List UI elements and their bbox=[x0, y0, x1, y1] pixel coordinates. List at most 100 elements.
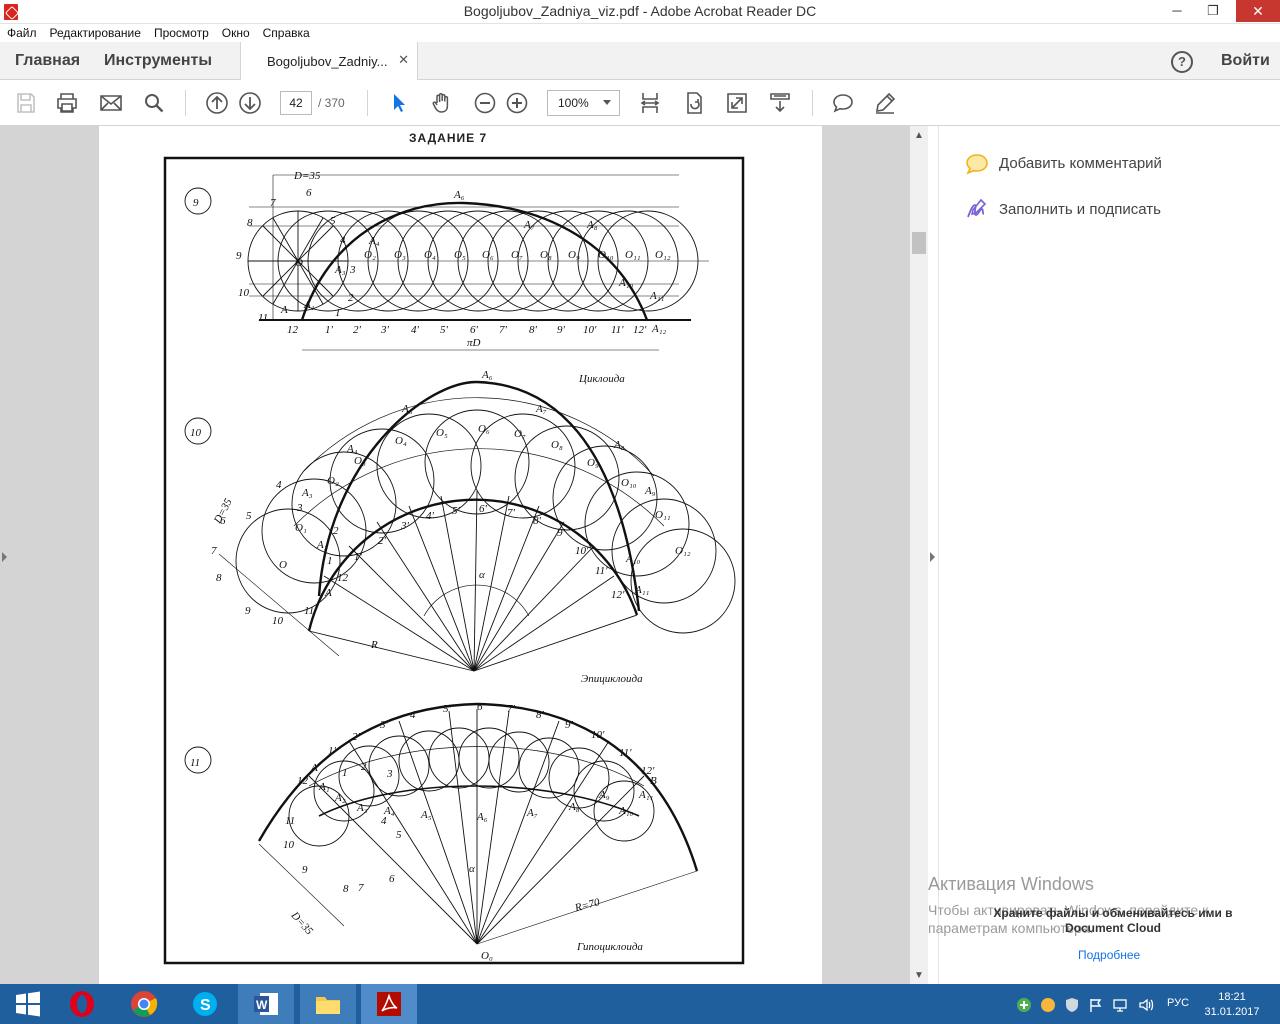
tab-home[interactable]: Главная bbox=[15, 52, 80, 70]
minimize-button[interactable]: ─ bbox=[1162, 0, 1192, 22]
fig9-base-12p: 12' bbox=[633, 324, 647, 336]
fig9-center-o5: O₅ bbox=[454, 249, 466, 261]
fig10-point-a4: A₄ bbox=[346, 443, 358, 455]
zoom-out-icon[interactable] bbox=[473, 91, 497, 115]
fig11-point-a10: A₁₀ bbox=[618, 805, 634, 817]
select-cursor-icon[interactable] bbox=[387, 91, 411, 115]
menu-bar: Файл Редактирование Просмотр Окно Справка bbox=[0, 24, 1280, 42]
collapse-pane-icon[interactable] bbox=[930, 552, 935, 562]
fig11-dim-d: D=35 bbox=[288, 909, 316, 938]
fig10-base-9: 9' bbox=[557, 527, 566, 539]
fig9-point-a10: A₁₀ bbox=[618, 277, 634, 289]
previous-page-icon[interactable] bbox=[205, 91, 229, 115]
flag-icon[interactable] bbox=[1088, 997, 1104, 1013]
fig9-base-8: 8' bbox=[529, 324, 538, 336]
taskbar-skype[interactable]: S bbox=[177, 984, 233, 1024]
taskbar-acrobat[interactable] bbox=[361, 984, 417, 1024]
full-screen-icon[interactable] bbox=[725, 91, 749, 115]
close-tab-icon[interactable]: ✕ bbox=[398, 52, 409, 68]
learn-more-link[interactable]: Подробнее bbox=[1078, 948, 1140, 962]
fig9-mark-7: 7 bbox=[270, 197, 276, 209]
document-viewport[interactable]: ЗАДАНИЕ 7 9 D=35 πD Циклоида O O₂ O₃ O₄ … bbox=[0, 126, 928, 984]
fig10-mark-7: 7 bbox=[211, 545, 217, 557]
title-bar: Bogoljubov_Zadniya_viz.pdf - Adobe Acrob… bbox=[0, 0, 1280, 24]
fig9-center-o: O bbox=[295, 257, 303, 269]
fig9-mark-9: 9 bbox=[236, 250, 242, 262]
taskbar-chrome[interactable] bbox=[116, 984, 172, 1024]
svg-text:S: S bbox=[200, 997, 211, 1014]
scroll-up-icon[interactable]: ▲ bbox=[914, 130, 924, 141]
fig9-center-o8: O₈ bbox=[540, 249, 552, 261]
fig10-center-o5: O₅ bbox=[436, 427, 448, 439]
folder-icon bbox=[316, 997, 340, 1014]
fig9-base-1: 1' bbox=[325, 324, 334, 336]
search-icon[interactable] bbox=[142, 91, 166, 115]
fig9-point-a7: A₇ bbox=[523, 219, 535, 231]
fig11-arc-6: 6' bbox=[477, 701, 486, 713]
menu-help[interactable]: Справка bbox=[256, 24, 316, 40]
scroll-down-icon[interactable]: ▼ bbox=[914, 970, 924, 981]
close-window-button[interactable]: ✕ bbox=[1236, 0, 1280, 22]
fig10-mark-11: 11 bbox=[304, 605, 314, 617]
fig10-mark-6: 6 bbox=[220, 515, 226, 527]
comment-icon[interactable] bbox=[831, 91, 855, 115]
highlight-pen-icon[interactable] bbox=[873, 91, 897, 115]
figure-9-number: 9 bbox=[193, 197, 199, 209]
figure-10-epicycloid bbox=[184, 380, 736, 672]
taskbar-opera[interactable] bbox=[54, 984, 110, 1024]
shield-icon[interactable] bbox=[1064, 997, 1080, 1013]
fig9-center-o10: O₁₀ bbox=[598, 249, 614, 261]
maximize-button[interactable]: ❐ bbox=[1198, 0, 1228, 22]
fig11-arc-7: 7' bbox=[507, 703, 516, 715]
fig9-mark-6: 6 bbox=[306, 187, 312, 199]
next-page-icon[interactable] bbox=[238, 91, 262, 115]
start-button[interactable] bbox=[0, 984, 56, 1024]
fig10-mark-8: 8 bbox=[216, 572, 222, 584]
menu-window[interactable]: Окно bbox=[215, 24, 256, 40]
volume-icon[interactable] bbox=[1138, 997, 1154, 1013]
fig9-point-a12: A₁₂ bbox=[651, 323, 667, 335]
language-indicator[interactable]: РУС bbox=[1167, 997, 1189, 1009]
acrobat-icon bbox=[377, 992, 401, 1016]
help-icon[interactable]: ? bbox=[1171, 51, 1193, 73]
update-icon[interactable] bbox=[1040, 997, 1056, 1013]
vertical-scrollbar[interactable]: ▲ ▼ bbox=[910, 126, 928, 984]
fig11-left-3: 3 bbox=[386, 768, 393, 780]
print-icon[interactable] bbox=[55, 91, 79, 115]
page-number-input[interactable]: 42 bbox=[280, 91, 312, 115]
email-icon[interactable] bbox=[99, 91, 123, 115]
fig10-mark-9: 9 bbox=[245, 605, 251, 617]
menu-view[interactable]: Просмотр bbox=[147, 24, 215, 40]
fig9-center-o7: O₇ bbox=[511, 249, 523, 261]
taskbar-explorer[interactable] bbox=[300, 984, 356, 1024]
tab-tools[interactable]: Инструменты bbox=[104, 52, 212, 70]
menu-edit[interactable]: Редактирование bbox=[43, 24, 147, 40]
signin-button[interactable]: Войти bbox=[1221, 52, 1270, 70]
taskbar-word[interactable]: W bbox=[238, 984, 294, 1024]
fig9-base-6: 6' bbox=[470, 324, 479, 336]
tab-document[interactable]: Bogoljubov_Zadniy... ✕ bbox=[240, 42, 418, 80]
zoom-in-icon[interactable] bbox=[505, 91, 529, 115]
menu-file[interactable]: Файл bbox=[0, 24, 43, 40]
scrollbar-thumb[interactable] bbox=[912, 232, 926, 254]
opera-icon bbox=[70, 991, 94, 1017]
fig10-base-5: 5' bbox=[452, 505, 461, 517]
fig11-point-a6: A₆ bbox=[476, 811, 488, 823]
fig9-base-12: 12 bbox=[287, 324, 299, 336]
hand-tool-icon[interactable] bbox=[430, 91, 454, 115]
rotate-page-icon[interactable] bbox=[682, 91, 706, 115]
system-clock[interactable]: 18:21 31.01.2017 bbox=[1200, 990, 1264, 1020]
network-icon[interactable] bbox=[1112, 997, 1128, 1013]
save-icon[interactable] bbox=[14, 91, 38, 115]
zoom-select[interactable]: 100% bbox=[547, 90, 620, 116]
fig10-radius: R bbox=[370, 639, 378, 651]
fig9-dim-d: D=35 bbox=[293, 170, 321, 182]
scroll-mode-icon[interactable] bbox=[768, 91, 792, 115]
fig10-base-10: 10' bbox=[575, 545, 589, 557]
network-plus-icon[interactable] bbox=[1016, 997, 1032, 1013]
fit-page-icon[interactable] bbox=[638, 91, 662, 115]
left-panel-expand-icon[interactable] bbox=[2, 552, 7, 562]
fig10-mark-3: 3 bbox=[296, 502, 303, 514]
fig11-left-7: 7 bbox=[358, 882, 364, 894]
clock-date: 31.01.2017 bbox=[1204, 1006, 1260, 1018]
